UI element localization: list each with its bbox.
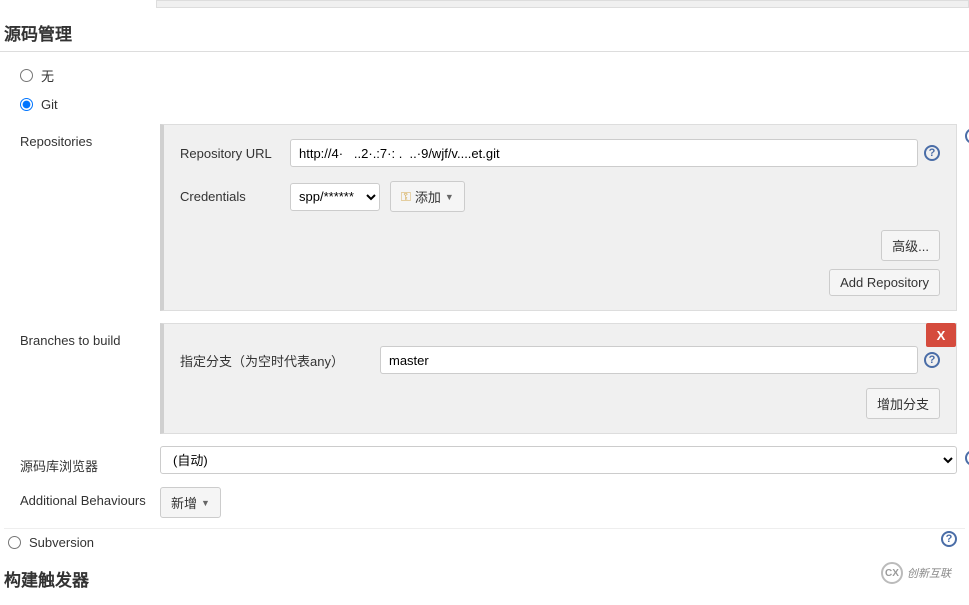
advanced-button[interactable]: 高级... [881, 230, 940, 261]
delete-branch-button[interactable]: X [926, 323, 956, 347]
add-branch-button[interactable]: 增加分支 [866, 388, 940, 419]
credentials-label: Credentials [180, 189, 290, 204]
help-icon[interactable]: ? [924, 145, 940, 161]
help-icon[interactable]: ? [965, 450, 969, 466]
triggers-section-header: 构建触发器 [0, 560, 969, 597]
behaviours-row: Additional Behaviours 新增 ▼ [4, 481, 965, 524]
credentials-select[interactable]: spp/****** [290, 183, 380, 211]
chevron-down-icon: ▼ [201, 498, 210, 508]
top-collapsed-bar [156, 0, 969, 8]
scm-subversion-option[interactable]: Subversion ? [4, 529, 965, 560]
branch-spec-input[interactable] [380, 346, 918, 374]
chevron-down-icon: ▼ [445, 192, 454, 202]
branches-row: Branches to build X 指定分支（为空时代表any） ? 增加分… [4, 317, 965, 440]
help-icon[interactable]: ? [965, 128, 969, 144]
behaviours-label: Additional Behaviours [20, 487, 160, 518]
branches-label: Branches to build [20, 323, 160, 434]
watermark: CX 创新互联 [881, 562, 951, 584]
help-icon[interactable]: ? [941, 531, 957, 547]
scm-git-option[interactable]: Git [4, 91, 965, 118]
scm-none-radio[interactable] [20, 69, 33, 82]
scm-none-label: 无 [41, 66, 54, 85]
branch-spec-label: 指定分支（为空时代表any） [180, 351, 380, 370]
scm-subversion-label: Subversion [29, 535, 94, 550]
watermark-text: 创新互联 [907, 565, 951, 581]
scm-form: 无 Git Repositories ? Repository URL ? Cr… [0, 60, 969, 560]
add-credential-button[interactable]: ⚿ 添加 ▼ [390, 181, 465, 212]
add-repository-button[interactable]: Add Repository [829, 269, 940, 296]
scm-git-radio[interactable] [20, 98, 33, 111]
scm-subversion-radio[interactable] [8, 536, 21, 549]
scm-none-option[interactable]: 无 [4, 60, 965, 91]
repositories-row: Repositories ? Repository URL ? Credenti… [4, 118, 965, 317]
add-behaviour-button[interactable]: 新增 ▼ [160, 487, 221, 518]
scm-section-header: 源码管理 [0, 14, 969, 52]
repositories-label: Repositories [20, 124, 160, 311]
scm-git-label: Git [41, 97, 58, 112]
repository-box: Repository URL ? Credentials spp/****** … [160, 124, 957, 311]
repo-url-label: Repository URL [180, 146, 290, 161]
branches-box: X 指定分支（为空时代表any） ? 增加分支 [160, 323, 957, 434]
watermark-logo-icon: CX [881, 562, 903, 584]
repo-browser-label: 源码库浏览器 [20, 446, 160, 475]
repo-browser-row: 源码库浏览器 ? (自动) [4, 440, 965, 481]
repo-url-input[interactable] [290, 139, 918, 167]
key-icon: ⚿ [401, 189, 411, 205]
repo-browser-select[interactable]: (自动) [160, 446, 957, 474]
add-credential-label: 添加 [415, 187, 441, 206]
help-icon[interactable]: ? [924, 352, 940, 368]
